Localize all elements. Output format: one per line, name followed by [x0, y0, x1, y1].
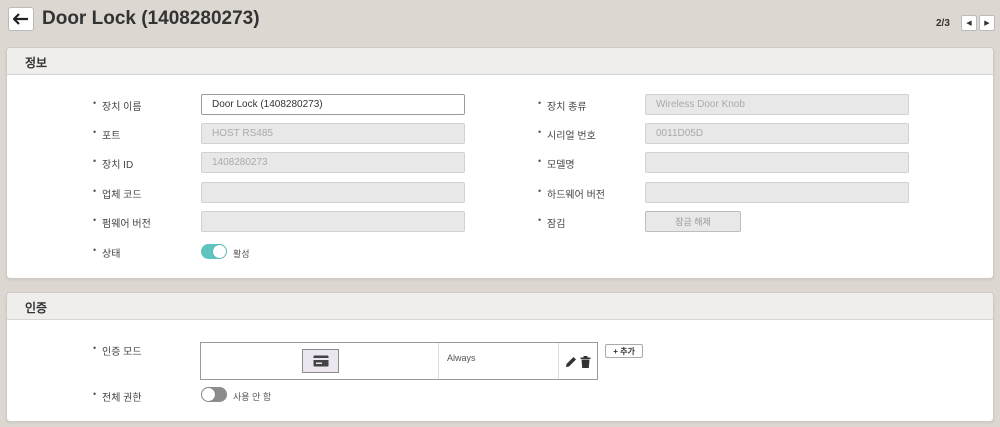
- hardware-version-label: 하드웨어 버전: [538, 186, 605, 201]
- vendor-code-label: 업체 코드: [93, 186, 142, 201]
- auth-panel-title: 인증: [7, 293, 993, 320]
- serial-number-label: 시리얼 번호: [538, 127, 596, 142]
- port-label: 포트: [93, 127, 121, 142]
- trash-icon: [580, 355, 591, 368]
- full-access-toggle-text: 사용 안 함: [233, 392, 272, 402]
- vendor-code-field: [201, 182, 465, 203]
- port-field: HOST RS485: [201, 123, 465, 144]
- model-field: [645, 152, 909, 173]
- firmware-field: [201, 211, 465, 232]
- edit-button[interactable]: [564, 355, 577, 368]
- status-toggle-text: 활성: [233, 249, 250, 259]
- toggle-knob: [202, 388, 215, 401]
- serial-number-field: 0011D05D: [645, 123, 909, 144]
- device-name-input[interactable]: Door Lock (1408280273): [201, 94, 465, 115]
- hardware-version-field: [645, 182, 909, 203]
- delete-button[interactable]: [579, 355, 592, 368]
- info-panel-title: 정보: [7, 48, 993, 75]
- pencil-icon: [565, 356, 576, 367]
- auth-mode-row: Always: [200, 342, 598, 380]
- add-auth-mode-button[interactable]: + 추가: [605, 344, 643, 358]
- pager-prev-button[interactable]: ◀: [961, 15, 977, 31]
- chevron-left-icon: ◀: [966, 20, 972, 27]
- info-panel: 정보 장치 이름 Door Lock (1408280273) 포트 HOST …: [6, 47, 994, 279]
- status-label: 상태: [93, 245, 121, 260]
- auth-mode-label: 인증 모드: [93, 343, 142, 358]
- page-title: Door Lock (1408280273): [42, 8, 260, 29]
- unlock-button[interactable]: 잠금 해제: [645, 211, 741, 232]
- pager-indicator: 2/3: [936, 18, 950, 29]
- firmware-label: 펌웨어 버전: [93, 215, 151, 230]
- full-access-toggle[interactable]: [201, 387, 227, 402]
- lock-label: 잠김: [538, 215, 566, 230]
- status-toggle[interactable]: [201, 244, 227, 259]
- back-button[interactable]: [8, 7, 34, 31]
- schedule-text: Always: [447, 353, 476, 363]
- pager-next-button[interactable]: ▶: [979, 15, 995, 31]
- auth-panel: 인증 인증 모드 Always + 추가 전체 권한 사용 안: [6, 292, 994, 422]
- device-type-field: Wireless Door Knob: [645, 94, 909, 115]
- toggle-knob: [213, 245, 226, 258]
- full-access-label: 전체 권한: [93, 389, 142, 404]
- arrow-left-icon: [13, 13, 28, 25]
- device-name-label: 장치 이름: [93, 98, 142, 113]
- card-icon: [313, 355, 328, 367]
- card-auth-button[interactable]: [302, 349, 339, 373]
- device-id-label: 장치 ID: [93, 156, 133, 171]
- model-label: 모델명: [538, 156, 574, 171]
- chevron-right-icon: ▶: [984, 20, 990, 27]
- device-id-field: 1408280273: [201, 152, 465, 173]
- column-divider: [558, 343, 559, 379]
- column-divider: [438, 343, 439, 379]
- device-type-label: 장치 종류: [538, 98, 587, 113]
